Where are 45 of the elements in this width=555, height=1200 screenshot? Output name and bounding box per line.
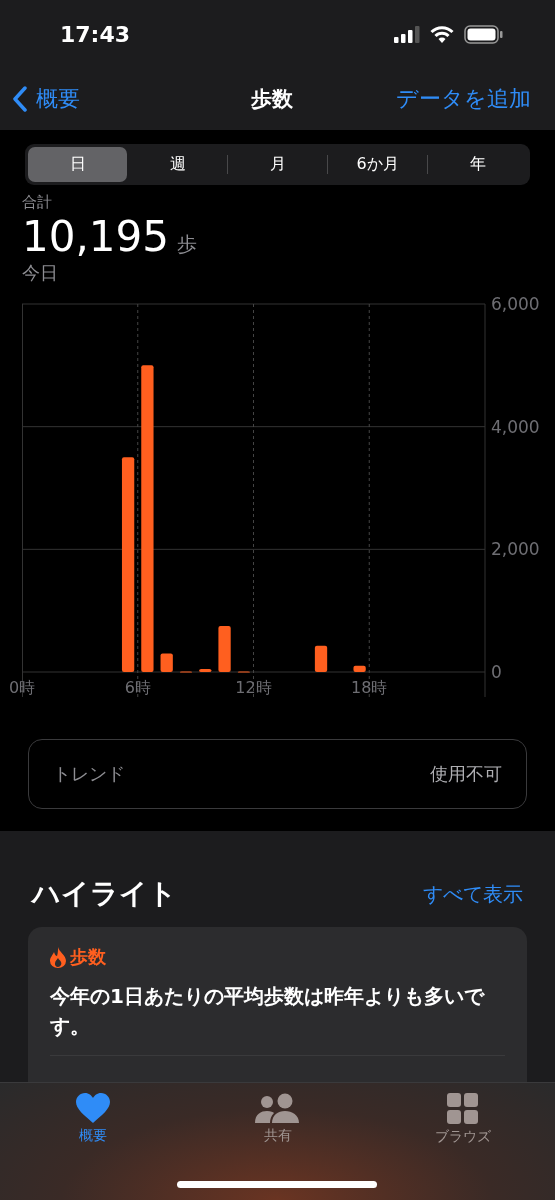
axis-label: 0時: [8, 678, 36, 697]
range-tab[interactable]: 月: [228, 147, 327, 182]
axis-label: 0: [491, 662, 502, 682]
trend-row[interactable]: トレンド 使用不可: [28, 739, 527, 809]
range-tab[interactable]: 6か月: [328, 147, 427, 182]
range-tab[interactable]: 日: [28, 147, 127, 182]
range-tab[interactable]: 週: [128, 147, 227, 182]
show-all-link[interactable]: すべて表示: [423, 880, 523, 908]
status-time: 17:43: [60, 21, 131, 47]
tab-item[interactable]: 概要: [37, 1093, 148, 1155]
trend-value: 使用不可: [430, 762, 502, 786]
add-data-button[interactable]: データを追加: [396, 84, 531, 114]
unit-label: 歩: [176, 231, 197, 258]
highlight-card[interactable]: 歩数 今年の1日あたりの平均歩数は昨年よりも多いです。: [28, 927, 527, 1082]
step-total: 10,195: [22, 212, 169, 261]
highlight-text: 今年の1日あたりの平均歩数は昨年よりも多いです。: [50, 981, 505, 1056]
back-button[interactable]: 概要: [12, 84, 80, 114]
chart-bar: [218, 626, 231, 672]
chart-bar: [199, 668, 212, 672]
axis-label: 4,000: [491, 416, 540, 437]
signal-icon: [394, 25, 420, 43]
range-tab[interactable]: 年: [428, 147, 527, 182]
total-label: 合計: [22, 193, 53, 212]
flame-icon: [50, 946, 66, 968]
chart-bar: [160, 653, 173, 672]
grid-icon: [447, 1093, 478, 1124]
wifi-icon: [430, 25, 454, 43]
heart-icon: [75, 1093, 110, 1123]
axis-label: 6時: [124, 678, 151, 697]
people-icon: [254, 1093, 301, 1123]
chart-bar: [353, 665, 366, 672]
section-title: ハイライト: [32, 876, 177, 912]
axis-label: 12時: [235, 678, 272, 697]
chevron-left-icon: [12, 86, 28, 112]
tab-item[interactable]: ブラウズ: [407, 1093, 518, 1155]
battery-icon: [464, 24, 503, 44]
page-title: 歩数: [250, 86, 293, 113]
period-label: 今日: [22, 261, 59, 285]
axis-label: 18時: [351, 678, 388, 697]
trend-label: トレンド: [53, 762, 125, 786]
axis-label: 6,000: [491, 294, 540, 314]
card-category: 歩数: [70, 945, 106, 969]
chart-bar: [314, 645, 328, 672]
axis-label: 2,000: [491, 539, 540, 560]
tab-item[interactable]: 共有: [222, 1093, 333, 1155]
